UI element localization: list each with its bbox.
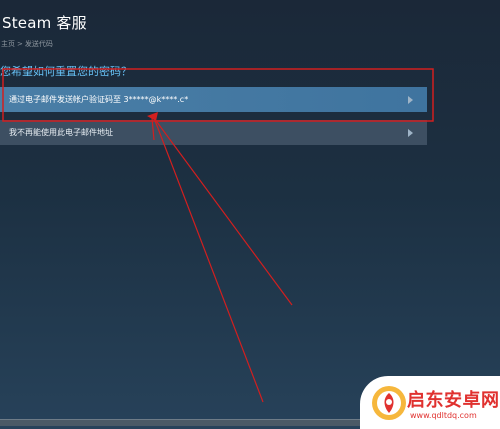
breadcrumb: 主页 > 发送代码 <box>1 39 53 49</box>
watermark-text: 启东安卓网 <box>407 390 500 411</box>
breadcrumb-current: 发送代码 <box>24 40 53 48</box>
option-no-email-button[interactable]: 我不再能使用此电子邮件地址 <box>0 120 427 145</box>
chevron-right-icon <box>408 128 413 137</box>
breadcrumb-home-link[interactable]: 主页 <box>1 39 15 49</box>
annotation-arrow-line <box>153 117 293 403</box>
option-email-code-button[interactable]: 通过电子邮件发送帐户验证码至 3*****@k****.c* <box>0 87 427 112</box>
chevron-right-icon <box>408 95 413 104</box>
breadcrumb-separator: > <box>17 40 23 48</box>
horizontal-scrollbar[interactable] <box>0 419 372 426</box>
page-title: Steam 客服 <box>2 14 87 32</box>
option-no-email-label: 我不再能使用此电子邮件地址 <box>9 128 113 137</box>
watermark: 启东安卓网 www.qdltdq.com <box>360 376 500 429</box>
watermark-logo-icon <box>372 386 406 420</box>
reset-question: 您希望如何重置您的密码？ <box>0 65 132 78</box>
option-email-code-label: 通过电子邮件发送帐户验证码至 3*****@k****.c* <box>9 95 189 104</box>
watermark-url: www.qdltdq.com <box>410 411 477 420</box>
